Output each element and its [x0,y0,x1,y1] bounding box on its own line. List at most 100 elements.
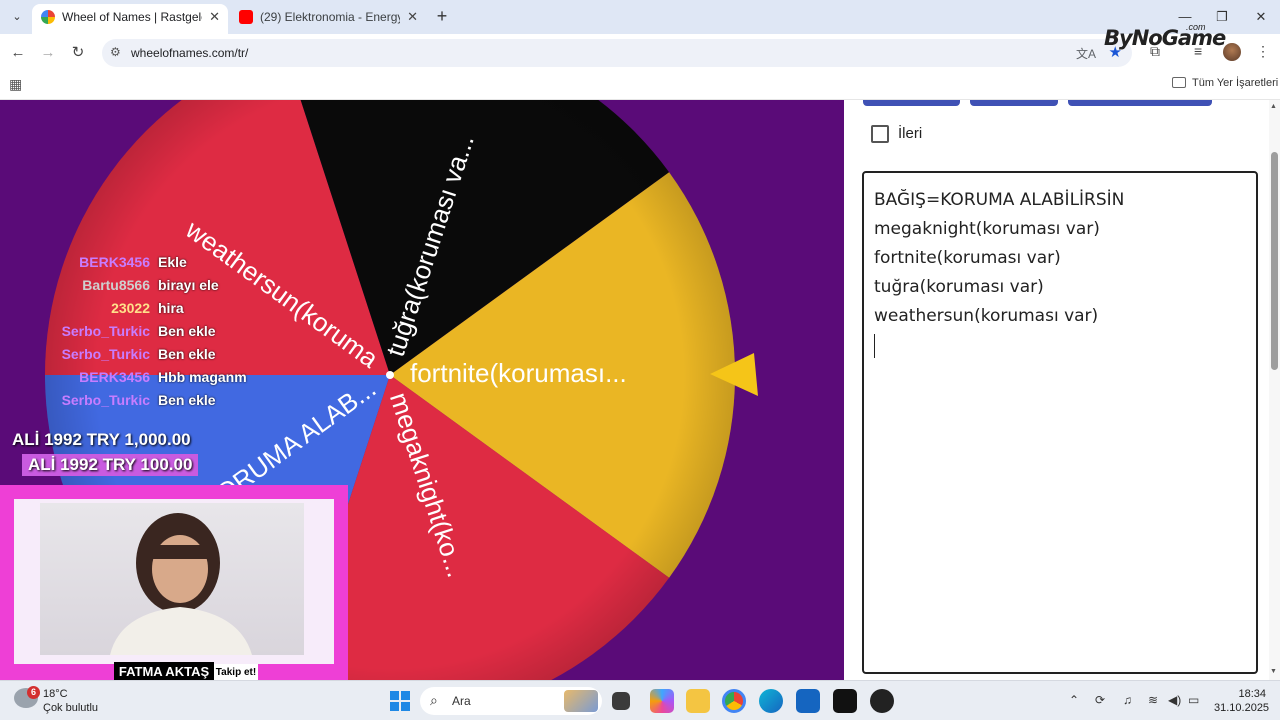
tab-wheel-of-names[interactable]: Wheel of Names | Rastgele ad s ✕ [32,4,228,34]
chat-message: 23022 hira [0,300,260,320]
chat-message: Serbo_Turkic Ben ekle [0,346,260,366]
scroll-down-icon[interactable]: ▼ [1270,668,1277,675]
entry-line: megaknight(koruması var) [874,219,1100,239]
entry-line: weathersun(koruması var) [874,306,1099,326]
wheel-stage: BAĞIŞ=KORUMA ALAB...weathersun(korumatuğ… [0,100,844,680]
sort-button[interactable] [970,100,1058,106]
tab-search-button[interactable]: ⌄ [6,6,28,28]
microphone-icon[interactable]: ♫ [1123,693,1132,707]
chat-message: Serbo_Turkic Ben ekle [0,323,260,343]
new-tab-button[interactable]: + [432,6,452,28]
bookmarks-bar: ▦ Tüm Yer İşaretleri [0,72,1280,100]
clock-date[interactable]: 31.10.2025 [1214,702,1269,714]
weather-description[interactable]: Çok bulutlu [43,702,98,714]
chat-username: BERK3456 [79,254,150,270]
tray-overflow-icon[interactable]: ⌃ [1069,693,1079,707]
chat-text: birayı ele [158,277,219,293]
bynogame-watermark: ByNoGame [1104,26,1226,50]
apps-grid-icon[interactable]: ▦ [9,76,22,93]
chat-text: Ben ekle [158,392,216,408]
donation-alert: ALİ 1992 TRY 1,000.00 [12,430,191,449]
copilot-icon[interactable] [650,689,674,713]
scroll-up-icon[interactable]: ▲ [1270,103,1277,110]
task-view-icon[interactable] [612,692,630,710]
chat-username: Bartu8566 [82,277,150,293]
chat-text: Ekle [158,254,187,270]
chat-text: Ben ekle [158,346,216,362]
battery-icon[interactable]: ▭ [1188,693,1199,707]
reload-icon[interactable]: ↻ [67,42,89,64]
clock-time[interactable]: 18:34 [1238,688,1266,700]
wheel-hub [386,371,394,379]
browser-toolbar: ← → ↻ ⚙ wheelofnames.com/tr/ 文A ★ ⧉ ≡ ⋮ [0,34,1280,72]
volume-icon[interactable]: ◀) [1168,693,1181,707]
chat-message: BERK3456 Hbb maganm [0,369,260,389]
search-highlight-icon [564,690,598,712]
all-bookmarks-link[interactable]: Tüm Yer İşaretleri [1192,77,1278,89]
chrome-icon[interactable] [722,689,746,713]
add-image-button[interactable] [1068,100,1212,106]
streamer-name-tag: FATMA AKTAŞ [114,662,214,680]
page-scrollbar[interactable]: ▲ ▼ [1269,100,1280,680]
windows-start-icon[interactable] [390,691,410,711]
entry-line: tuğra(koruması var) [874,277,1044,297]
back-arrow-icon[interactable]: ← [7,42,29,64]
search-placeholder: Ara [452,694,471,708]
entries-textarea[interactable]: BAĞIŞ=KORUMA ALABİLİRSİN megaknight(koru… [862,171,1258,674]
webcam-frame: FATMA AKTAŞ Takip et! [14,499,334,680]
maximize-button[interactable]: ❐ [1207,6,1237,28]
advanced-label: İleri [898,125,923,142]
profile-avatar[interactable] [1223,43,1241,61]
webcam-overlay: FATMA AKTAŞ Takip et! [0,485,348,680]
chat-username: Serbo_Turkic [61,346,150,362]
search-icon: ⌕ [430,692,438,708]
notification-badge: 6 [27,686,40,699]
wifi-icon[interactable]: ≋ [1148,693,1158,707]
edge-icon[interactable] [759,689,783,713]
site-info-icon[interactable]: ⚙ [110,45,121,59]
tab-close-icon[interactable]: ✕ [407,4,418,30]
browser-tab-strip: ⌄ Wheel of Names | Rastgele ad s ✕ (29) … [0,0,1280,34]
address-bar[interactable]: ⚙ wheelofnames.com/tr/ 文A ★ [102,39,1132,67]
chat-username: 23022 [111,300,150,316]
game-app-icon[interactable] [833,689,857,713]
chat-text: hira [158,300,184,316]
chat-username: Serbo_Turkic [61,392,150,408]
google-favicon-icon [41,10,55,24]
chat-message: Serbo_Turkic Ben ekle [0,392,260,412]
chat-username: BERK3456 [79,369,150,385]
windows-taskbar: 6 18°C Çok bulutlu ⌕ Ara ⌃ ⟳ ♫ ≋ ◀) ▭ 18… [0,680,1280,720]
follow-button[interactable]: Takip et! [214,664,258,680]
file-explorer-icon[interactable] [686,689,710,713]
tab-title: (29) Elektronomia - Energy [260,10,400,24]
translate-icon[interactable]: 文A [1076,45,1096,62]
url-text[interactable]: wheelofnames.com/tr/ [131,46,248,60]
forward-arrow-icon[interactable]: → [37,42,59,64]
text-caret [874,331,1246,360]
tab-title: Wheel of Names | Rastgele ad s [62,10,202,24]
weather-temperature[interactable]: 18°C [43,688,68,700]
shuffle-button[interactable] [863,100,960,106]
tab-close-icon[interactable]: ✕ [209,4,220,30]
chat-username: Serbo_Turkic [61,323,150,339]
recording-app-icon[interactable] [870,689,894,713]
bynogame-watermark-suffix: .com [1186,22,1206,32]
tab-youtube[interactable]: (29) Elektronomia - Energy ✕ [230,4,426,34]
entry-line: BAĞIŞ=KORUMA ALABİLİRSİN [874,190,1125,210]
store-icon[interactable] [796,689,820,713]
sync-icon[interactable]: ⟳ [1095,693,1105,707]
folder-icon [1172,77,1186,88]
entry-line: fortnite(koruması var) [874,248,1061,268]
scrollbar-thumb[interactable] [1271,152,1278,370]
entries-panel: İleri BAĞIŞ=KORUMA ALABİLİRSİN megaknigh… [844,100,1280,680]
menu-dots-icon[interactable]: ⋮ [1256,43,1270,60]
chat-text: Ben ekle [158,323,216,339]
close-window-button[interactable]: ✕ [1246,6,1276,28]
advanced-checkbox[interactable] [871,125,889,143]
chat-text: Hbb maganm [158,369,247,385]
webcam-video [40,503,304,655]
chat-message: Bartu8566 birayı ele [0,277,260,297]
chat-message: BERK3456 Ekle [0,254,260,274]
taskbar-search[interactable]: ⌕ Ara [420,687,602,715]
streamer-silhouette [110,513,252,655]
